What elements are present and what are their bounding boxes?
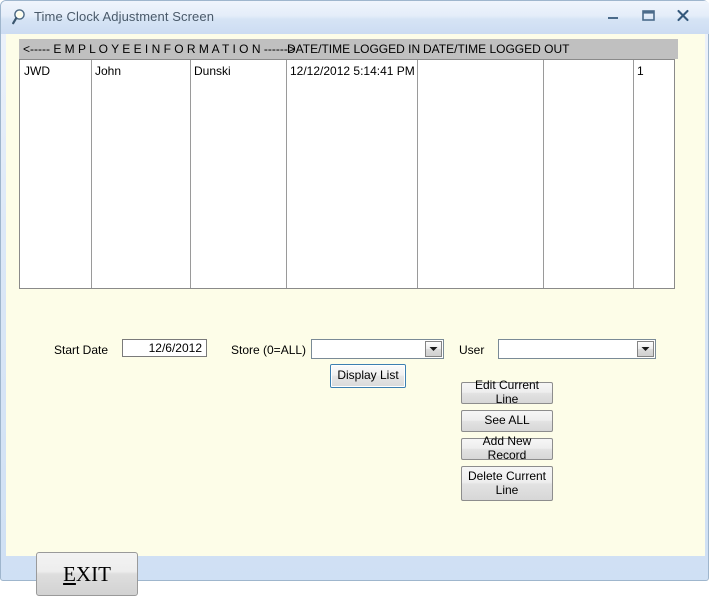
records-grid[interactable]: JWD John Dunski 12/12/2012 5:14:41 PM 1	[19, 59, 675, 289]
exit-button[interactable]: E XIT	[36, 552, 138, 596]
grid-column-divider	[417, 60, 418, 288]
grid-column-divider	[190, 60, 191, 288]
user-combobox[interactable]	[498, 339, 656, 359]
delete-button-line1: Delete Current	[467, 468, 547, 483]
see-all-button[interactable]: See ALL	[461, 410, 553, 432]
chevron-down-icon[interactable]	[425, 341, 442, 357]
display-list-button[interactable]: Display List	[330, 364, 406, 388]
exit-label-rest: XIT	[75, 561, 111, 586]
grid-column-divider	[633, 60, 634, 288]
close-button[interactable]	[669, 5, 697, 24]
grid-header-employee-information: <----- E M P L O Y E E I N F O R M A T I…	[23, 42, 295, 56]
maximize-button[interactable]	[634, 5, 662, 24]
grid-header-datetime-logged-in: DATE/TIME LOGGED IN	[287, 42, 421, 56]
grid-column-divider	[543, 60, 544, 288]
table-row[interactable]: JWD John Dunski 12/12/2012 5:14:41 PM 1	[20, 60, 674, 82]
exit-accelerator: E	[63, 561, 76, 586]
user-label: User	[459, 343, 485, 357]
store-combobox[interactable]	[311, 339, 444, 359]
window-title: Time Clock Adjustment Screen	[34, 9, 215, 24]
grid-column-divider	[286, 60, 287, 288]
client-area: <----- E M P L O Y E E I N F O R M A T I…	[6, 34, 705, 596]
cell-last-name: Dunski	[194, 64, 231, 78]
cell-number: 1	[637, 64, 644, 78]
cell-initials: JWD	[24, 64, 50, 78]
add-new-record-button[interactable]: Add New Record	[461, 434, 553, 462]
chevron-down-icon[interactable]	[637, 341, 654, 357]
application-window: Time Clock Adjustment Screen <----- E M …	[0, 0, 709, 596]
start-date-input[interactable]	[122, 339, 207, 357]
delete-current-line-button[interactable]: Delete Current Line	[461, 466, 553, 501]
grid-column-divider	[91, 60, 92, 288]
edit-current-line-button[interactable]: Edit Current Line	[461, 378, 553, 406]
grid-header: <----- E M P L O Y E E I N F O R M A T I…	[19, 39, 678, 59]
minimize-button[interactable]	[599, 5, 627, 24]
grid-header-datetime-logged-out: DATE/TIME LOGGED OUT	[423, 42, 570, 56]
cell-first-name: John	[95, 64, 122, 78]
title-bar: Time Clock Adjustment Screen	[1, 1, 709, 34]
cell-logged-in: 12/12/2012 5:14:41 PM	[290, 64, 415, 78]
start-date-label: Start Date	[54, 343, 109, 357]
magnifier-icon	[12, 8, 30, 26]
delete-button-line2: Line	[495, 482, 519, 497]
store-label: Store (0=ALL)	[231, 343, 307, 357]
